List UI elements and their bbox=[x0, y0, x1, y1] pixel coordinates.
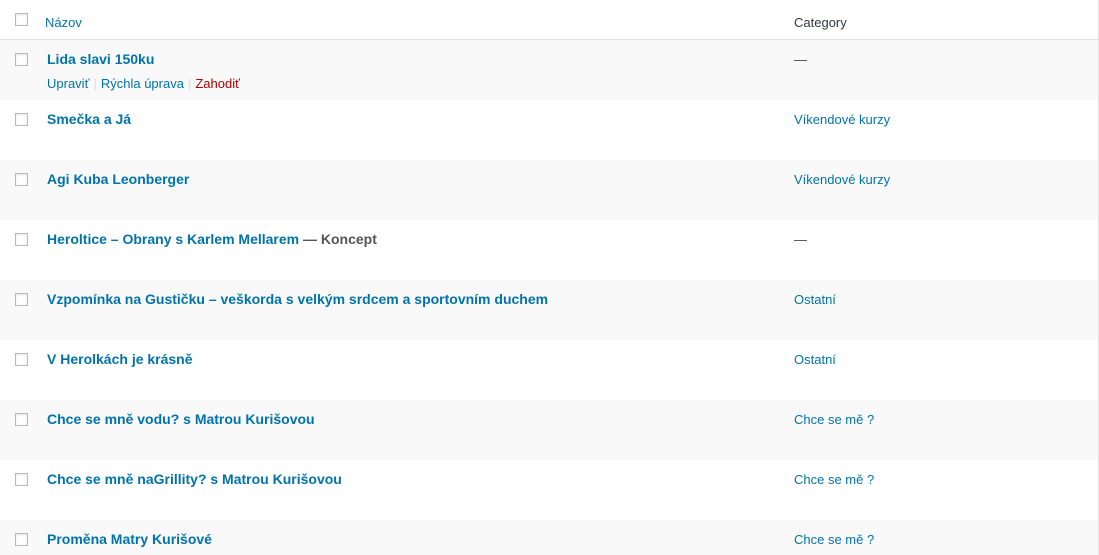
select-all-checkbox[interactable] bbox=[15, 13, 28, 26]
category-value: — bbox=[794, 232, 807, 247]
table-row: V Herolkách je krásně Ostatní bbox=[0, 340, 1098, 400]
table-row: Smečka a Já Víkendové kurzy bbox=[0, 100, 1098, 160]
separator: | bbox=[187, 76, 192, 91]
title-column-header[interactable]: Názov bbox=[45, 15, 82, 30]
post-title-link[interactable]: Chce se mně naGrillity? s Matrou Kurišov… bbox=[47, 471, 342, 487]
category-link[interactable]: Víkendové kurzy bbox=[794, 172, 890, 187]
row-checkbox[interactable] bbox=[15, 173, 28, 186]
table-row: Chce se mně vodu? s Matrou Kurišovou Chc… bbox=[0, 400, 1098, 460]
row-checkbox[interactable] bbox=[15, 353, 28, 366]
category-link[interactable]: Chce se mě ? bbox=[794, 412, 874, 427]
post-title-link[interactable]: Heroltice – Obrany s Karlem Mellarem — K… bbox=[47, 231, 377, 247]
category-link[interactable]: Chce se mě ? bbox=[794, 532, 874, 547]
table-row: Proměna Matry Kurišové Chce se mě ? bbox=[0, 520, 1098, 555]
post-title-link[interactable]: Smečka a Já bbox=[47, 111, 131, 127]
trash-link[interactable]: Zahodiť bbox=[195, 76, 240, 91]
post-title-link[interactable]: Chce se mně vodu? s Matrou Kurišovou bbox=[47, 411, 315, 427]
post-title-link[interactable]: V Herolkách je krásně bbox=[47, 351, 193, 367]
category-column-header: Category bbox=[794, 15, 847, 30]
row-checkbox[interactable] bbox=[15, 533, 28, 546]
category-link[interactable]: Víkendové kurzy bbox=[794, 112, 890, 127]
row-checkbox[interactable] bbox=[15, 293, 28, 306]
post-title-link[interactable]: Lida slavi 150ku bbox=[47, 51, 154, 67]
category-link[interactable]: Ostatní bbox=[794, 352, 836, 367]
table-row: Lida slavi 150ku Upraviť | Rýchla úprava | Z… bbox=[0, 40, 1098, 100]
row-checkbox[interactable] bbox=[15, 413, 28, 426]
edit-link[interactable]: Upraviť bbox=[47, 76, 89, 91]
row-actions: Upraviť | Rýchla úprava | Zahodiť bbox=[47, 76, 240, 91]
table-header: Názov Category bbox=[0, 0, 1098, 40]
post-state: — Koncept bbox=[303, 231, 377, 247]
category-link[interactable]: Ostatní bbox=[794, 292, 836, 307]
category-link[interactable]: Chce se mě ? bbox=[794, 472, 874, 487]
table-row: Agi Kuba Leonberger Víkendové kurzy bbox=[0, 160, 1098, 220]
row-checkbox[interactable] bbox=[15, 233, 28, 246]
separator: | bbox=[93, 76, 97, 91]
posts-table: Názov Category Lida slavi 150ku Upraviť |… bbox=[0, 0, 1099, 555]
table-row: Heroltice – Obrany s Karlem Mellarem — K… bbox=[0, 220, 1098, 280]
category-value: — bbox=[794, 52, 807, 67]
post-title-link[interactable]: Agi Kuba Leonberger bbox=[47, 171, 189, 187]
row-checkbox[interactable] bbox=[15, 53, 28, 66]
row-checkbox[interactable] bbox=[15, 473, 28, 486]
table-row: Vzpomínka na Gustičku – veškorda s velký… bbox=[0, 280, 1098, 340]
table-row: Chce se mně naGrillity? s Matrou Kurišov… bbox=[0, 460, 1098, 520]
post-title-link[interactable]: Vzpomínka na Gustičku – veškorda s velký… bbox=[47, 291, 548, 307]
post-title-link[interactable]: Proměna Matry Kurišové bbox=[47, 531, 212, 547]
row-checkbox[interactable] bbox=[15, 113, 28, 126]
quick-edit-link[interactable]: Rýchla úprava bbox=[101, 76, 184, 91]
